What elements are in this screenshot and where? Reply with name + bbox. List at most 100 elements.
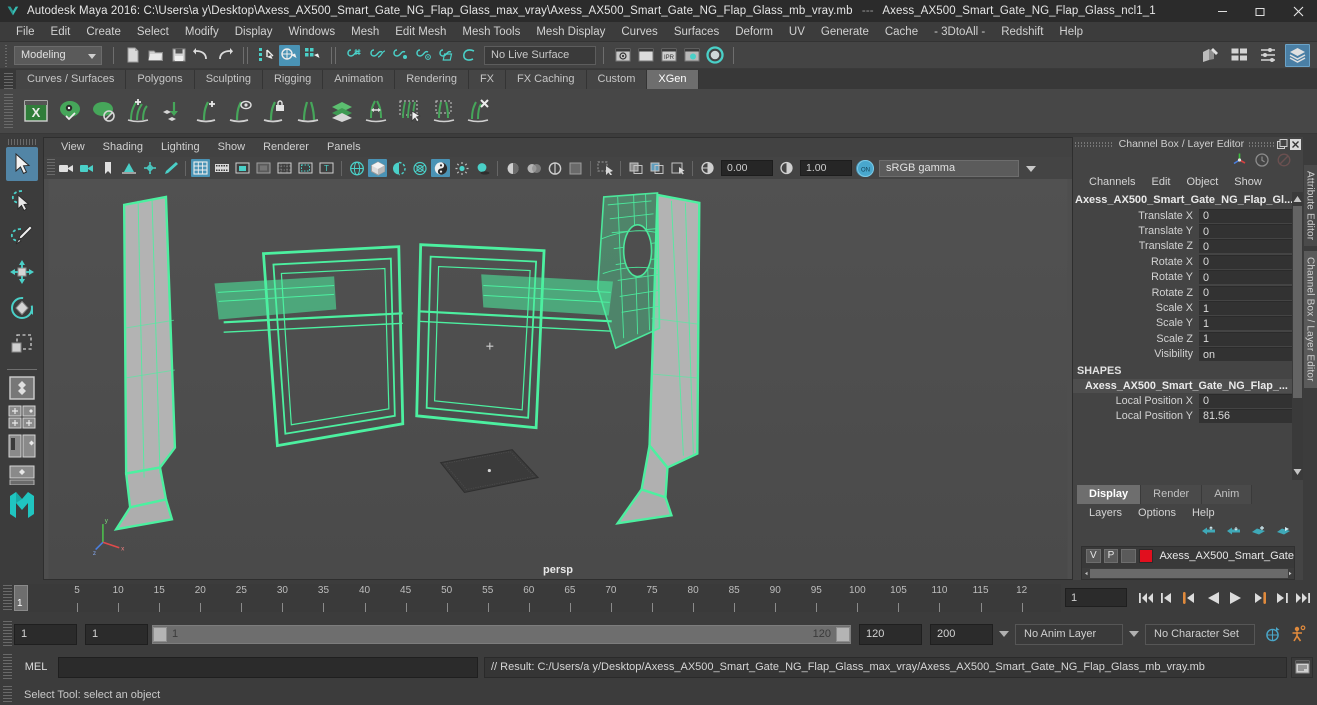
layer-shading-toggle[interactable]: [1121, 548, 1136, 563]
snap-to-curve-button[interactable]: [367, 45, 388, 66]
safe-action-button[interactable]: [296, 159, 315, 177]
channel-row-translate-x[interactable]: Translate X 0: [1073, 208, 1303, 223]
channel-row-rotate-y[interactable]: Rotate Y 0: [1073, 270, 1303, 285]
layer-menu-options[interactable]: Options: [1130, 504, 1184, 523]
snap-to-view-planes-button[interactable]: [436, 45, 457, 66]
menu-edit-mesh[interactable]: Edit Mesh: [387, 22, 454, 42]
channel-value[interactable]: 0: [1199, 393, 1303, 408]
viewport-menu-renderer[interactable]: Renderer: [254, 138, 318, 157]
shelf-tab-custom[interactable]: Custom: [586, 70, 648, 89]
channel-box-scrollbar[interactable]: [1292, 192, 1303, 480]
resolution-gate-button[interactable]: [233, 159, 252, 177]
range-slider[interactable]: 1 120: [152, 624, 851, 644]
xgen-region-button[interactable]: [428, 94, 460, 128]
exposure-field[interactable]: 0.00: [721, 160, 773, 176]
xgen-lock-guide-button[interactable]: [258, 94, 290, 128]
command-line-grip[interactable]: [3, 654, 12, 680]
channel-row-rotate-x[interactable]: Rotate X 0: [1073, 254, 1303, 269]
scale-tool-button[interactable]: [6, 327, 38, 361]
help-line-grip[interactable]: [3, 686, 12, 703]
render-current-frame-button[interactable]: [612, 45, 633, 66]
film-gate-button[interactable]: [212, 159, 231, 177]
layer-menu-layers[interactable]: Layers: [1081, 504, 1130, 523]
layer-list[interactable]: V P Axess_AX500_Smart_Gate: [1081, 546, 1295, 580]
viewport-menu-shading[interactable]: Shading: [94, 138, 152, 157]
menu-file[interactable]: File: [8, 22, 43, 42]
step-back-keyframe-button[interactable]: [1157, 587, 1177, 608]
channelbox-menu-channels[interactable]: Channels: [1081, 173, 1143, 192]
xgen-layers-button[interactable]: [326, 94, 358, 128]
menu-modify[interactable]: Modify: [177, 22, 227, 42]
exposure-icon-button[interactable]: [698, 159, 717, 177]
maya-bookmark-button[interactable]: [5, 491, 39, 518]
select-camera-button[interactable]: [56, 159, 75, 177]
auto-keyframe-toggle-button[interactable]: [1259, 626, 1285, 643]
color-management-selector[interactable]: sRGB gamma: [879, 159, 1036, 177]
close-button[interactable]: [1279, 0, 1317, 22]
wireframe-button[interactable]: [347, 159, 366, 177]
play-forwards-button[interactable]: [1225, 587, 1245, 608]
layer-tab-anim[interactable]: Anim: [1202, 485, 1253, 504]
hscrollbar-thumb[interactable]: [1089, 569, 1288, 578]
single-perspective-layout-button[interactable]: [5, 375, 39, 401]
shaded-wireframe-button[interactable]: [389, 159, 408, 177]
select-by-component-type-button[interactable]: [302, 45, 323, 66]
multisample-aa-button[interactable]: [545, 159, 564, 177]
shelf-grip[interactable]: [4, 94, 13, 128]
maximize-button[interactable]: [1241, 0, 1279, 22]
viewport-menu-view[interactable]: View: [52, 138, 94, 157]
scrollbar-thumb[interactable]: [1293, 206, 1302, 398]
menu-cache[interactable]: Cache: [877, 22, 926, 42]
anim-layer-selector[interactable]: No Anim Layer: [1015, 623, 1123, 645]
show-hide-modeling-toolkit-button[interactable]: [1198, 44, 1223, 67]
undo-button[interactable]: [191, 45, 212, 66]
layer-list-hscrollbar[interactable]: [1082, 568, 1294, 579]
channel-row-visibility[interactable]: Visibility on: [1073, 347, 1303, 362]
xgen-mirror-guide-button[interactable]: [292, 94, 324, 128]
move-layer-down-button[interactable]: [1226, 524, 1241, 542]
shelf-tab-fx-caching[interactable]: FX Caching: [506, 70, 587, 89]
open-scene-button[interactable]: [145, 45, 166, 66]
playback-frame-field[interactable]: 1: [1065, 588, 1127, 607]
hypershade-button[interactable]: [704, 45, 725, 66]
xgen-delete-button[interactable]: [462, 94, 494, 128]
channel-value[interactable]: 0: [1199, 208, 1303, 223]
channel-row-translate-y[interactable]: Translate Y 0: [1073, 223, 1303, 239]
menu-select[interactable]: Select: [129, 22, 177, 42]
anim-layer-chevron-down-icon[interactable]: [999, 631, 1009, 637]
channel-row-scale-x[interactable]: Scale X 1: [1073, 300, 1303, 316]
channelbox-menu-object[interactable]: Object: [1178, 173, 1226, 192]
command-language-label[interactable]: MEL: [14, 661, 58, 673]
outliner-persp-layout-button[interactable]: [5, 433, 39, 459]
screen-space-ao-button[interactable]: [503, 159, 522, 177]
viewport-toolbar-grip[interactable]: [47, 159, 55, 177]
menu-create[interactable]: Create: [78, 22, 129, 42]
xray-joints-button[interactable]: [647, 159, 666, 177]
character-set-selector[interactable]: No Character Set: [1145, 623, 1255, 645]
smooth-shade-all-button[interactable]: [368, 159, 387, 177]
use-all-lights-button[interactable]: [452, 159, 471, 177]
render-sequence-button[interactable]: [635, 45, 656, 66]
snap-to-projected-center-button[interactable]: [413, 45, 434, 66]
close-panel-button[interactable]: [1289, 138, 1301, 150]
layer-playback-toggle[interactable]: P: [1103, 548, 1119, 563]
channel-row-translate-z[interactable]: Translate Z 0: [1073, 239, 1303, 254]
menu-redshift[interactable]: Redshift: [993, 22, 1051, 42]
save-scene-button[interactable]: [168, 45, 189, 66]
menu-mesh-tools[interactable]: Mesh Tools: [454, 22, 528, 42]
xgen-select-patches-button[interactable]: [394, 94, 426, 128]
channelbox-menu-show[interactable]: Show: [1226, 173, 1270, 192]
command-input-field[interactable]: [58, 656, 478, 678]
xgen-distribute-button[interactable]: [360, 94, 392, 128]
bookmark-button[interactable]: [98, 159, 117, 177]
undock-panel-button[interactable]: [1276, 138, 1288, 150]
grease-pencil-button[interactable]: [161, 159, 180, 177]
channel-value[interactable]: 1: [1199, 331, 1303, 346]
menu-edit[interactable]: Edit: [43, 22, 79, 42]
image-plane-button[interactable]: [119, 159, 138, 177]
time-slider[interactable]: 1 5 10 15 20 25 30 35 40 45 50 55 60 65 70 75 80 85 90 95 1…: [14, 583, 1061, 612]
show-hide-channel-box-button[interactable]: [1285, 43, 1310, 67]
gate-mask-button[interactable]: [254, 159, 273, 177]
live-surface-field[interactable]: No Live Surface: [484, 45, 596, 65]
persp-graph-layout-button[interactable]: [5, 462, 39, 488]
